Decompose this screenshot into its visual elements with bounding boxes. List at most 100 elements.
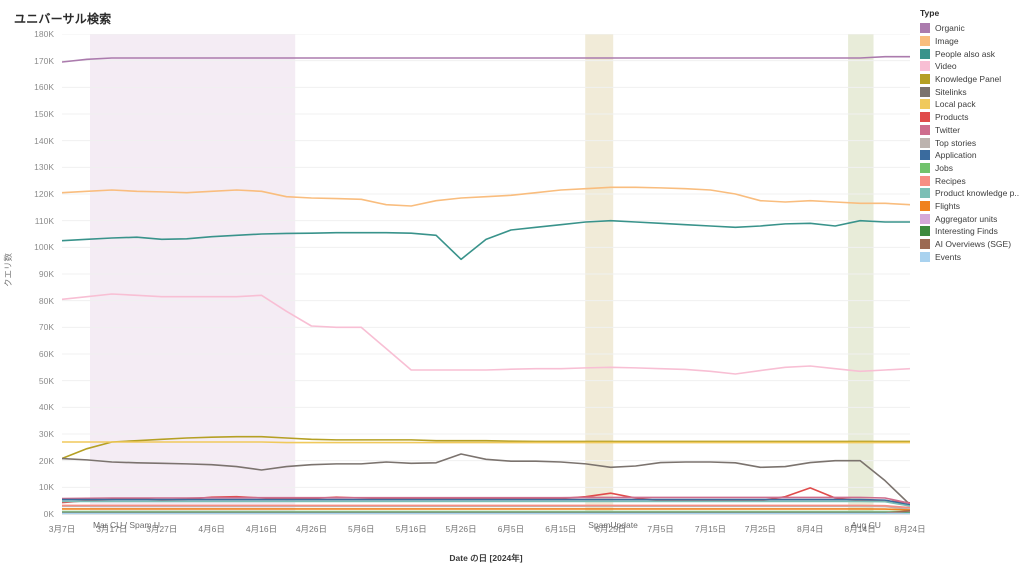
legend-color-swatch — [920, 124, 930, 135]
page-title: ユニバーサル検索 — [14, 12, 112, 26]
legend-item-label: Image — [935, 36, 959, 47]
legend-item[interactable]: Image — [920, 35, 1024, 48]
legend-color-swatch — [920, 175, 930, 186]
legend-item[interactable]: Aggregator units — [920, 212, 1024, 225]
legend-item[interactable]: Jobs — [920, 162, 1024, 175]
legend-color-swatch — [920, 226, 930, 237]
legend-item-label: Jobs — [935, 162, 953, 173]
legend-item[interactable]: Flights — [920, 200, 1024, 213]
legend-item-label: Events — [935, 251, 961, 262]
legend-color-swatch — [920, 162, 930, 173]
y-axis-tick: 20K — [38, 455, 54, 466]
plot-area — [62, 34, 910, 514]
legend-item[interactable]: Application — [920, 149, 1024, 162]
legend-item[interactable]: Sitelinks — [920, 85, 1024, 98]
x-axis-tick: 7月15日 — [694, 524, 727, 534]
legend-item[interactable]: Twitter — [920, 124, 1024, 137]
legend-color-swatch — [920, 99, 930, 110]
legend-item[interactable]: Recipes — [920, 174, 1024, 187]
legend-item[interactable]: People also ask — [920, 47, 1024, 60]
x-axis-tick: 7月5日 — [647, 524, 674, 534]
y-axis: クエリ数 180K 170K 160K 150K 140K 130K 120K 110K 100… — [0, 29, 62, 519]
legend-item-label: Top stories — [935, 137, 977, 148]
legend-items: Organic Image People also ask Video Knowledg… — [917, 22, 1024, 263]
y-axis-tick: 0K — [43, 509, 54, 519]
legend-color-swatch — [920, 74, 930, 85]
y-axis-tick: 170K — [34, 55, 54, 66]
x-axis-title: Date の日 [2024年] — [449, 553, 523, 563]
legend: Type Organic Image People also ask Video Kno… — [917, 8, 1024, 263]
legend-item[interactable]: Interesting Finds — [920, 225, 1024, 238]
x-axis-tick: 5月26日 — [445, 524, 477, 534]
y-axis-tick: 30K — [38, 429, 54, 439]
legend-item-label: Knowledge Panel — [935, 74, 1002, 85]
legend-item-label: Product knowledge p.. — [935, 188, 1020, 199]
y-axis-tick: 150K — [34, 109, 54, 119]
legend-item-label: Twitter — [935, 124, 961, 135]
series-line[interactable] — [62, 441, 910, 444]
legend-color-swatch — [920, 213, 930, 224]
x-axis-tick: 4月6日 — [198, 524, 225, 534]
legend-color-swatch — [920, 36, 930, 47]
event-band-label: Aug CU — [851, 520, 881, 530]
legend-item[interactable]: Local pack — [920, 98, 1024, 111]
legend-item-label: Application — [935, 150, 977, 161]
legend-color-swatch — [920, 251, 930, 262]
legend-item[interactable]: Organic — [920, 22, 1024, 35]
legend-color-swatch — [920, 86, 930, 97]
event-band-label: SpamUpdate — [588, 520, 638, 530]
legend-item[interactable]: Events — [920, 250, 1024, 263]
legend-item-label: AI Overviews (SGE) — [935, 239, 1012, 250]
x-axis-tick: 6月5日 — [497, 524, 525, 534]
legend-item[interactable]: Product knowledge p.. — [920, 187, 1024, 200]
y-axis-tick: 70K — [38, 322, 54, 333]
y-axis-tick: 80K — [38, 295, 54, 306]
legend-color-swatch — [920, 137, 930, 148]
legend-item-label: Sitelinks — [935, 86, 967, 97]
legend-item-label: Aggregator units — [935, 213, 998, 224]
legend-item[interactable]: AI Overviews (SGE) — [920, 238, 1024, 251]
y-axis-tick: 50K — [38, 375, 54, 386]
y-axis-tick: 100K — [34, 242, 54, 253]
legend-color-swatch — [920, 48, 930, 59]
y-axis-tick: 180K — [34, 29, 54, 39]
legend-color-swatch — [920, 239, 930, 250]
legend-item[interactable]: Top stories — [920, 136, 1024, 149]
x-axis-tick: 6月15日 — [545, 524, 577, 534]
y-axis-tick: 130K — [34, 162, 54, 173]
legend-item-label: Products — [935, 112, 969, 123]
legend-item-label: Local pack — [935, 99, 976, 110]
y-axis-tick: 10K — [38, 482, 54, 493]
x-axis-tick: 4月16日 — [245, 524, 278, 534]
legend-item-label: Interesting Finds — [935, 226, 998, 237]
y-axis-tick: 140K — [34, 135, 54, 146]
y-axis-tick: 120K — [34, 189, 54, 199]
legend-color-swatch — [920, 23, 930, 34]
x-axis-tick: 8月24日 — [894, 524, 926, 534]
y-axis-title: クエリ数 — [3, 252, 13, 287]
legend-item[interactable]: Knowledge Panel — [920, 73, 1024, 86]
legend-item-label: People also ask — [935, 48, 996, 59]
legend-color-swatch — [920, 61, 930, 72]
y-axis-tick: 160K — [34, 82, 54, 93]
y-axis-tick: 40K — [38, 402, 54, 413]
x-axis-tick: 5月6日 — [348, 524, 375, 534]
x-axis-tick: 7月25日 — [744, 524, 776, 534]
legend-color-swatch — [920, 112, 930, 123]
line-chart-svg — [62, 34, 910, 514]
y-axis-tick: 90K — [38, 269, 54, 279]
legend-item-label: Recipes — [935, 175, 966, 186]
legend-color-swatch — [920, 200, 930, 211]
legend-item[interactable]: Products — [920, 111, 1024, 124]
chart-page: ユニバーサル検索 クエリ数 180K 170K 160K 150K 140K 130K 12… — [0, 0, 1024, 576]
event-band-label: Mar CU / Spam U — [92, 520, 161, 530]
x-axis-tick: 5月16日 — [395, 524, 427, 534]
y-axis-tick: 60K — [38, 349, 54, 359]
x-axis: 3月7日 3月17日 3月27日 4月6日 4月16日 4月26日 5月6日 5月16日 5月2… — [49, 514, 926, 554]
legend-color-swatch — [920, 188, 930, 199]
x-axis-tick: 4月26日 — [295, 524, 327, 534]
legend-item[interactable]: Video — [920, 60, 1024, 73]
legend-item-label: Organic — [935, 23, 965, 34]
x-axis-tick: 3月7日 — [48, 524, 76, 534]
legend-item-label: Flights — [935, 200, 961, 211]
